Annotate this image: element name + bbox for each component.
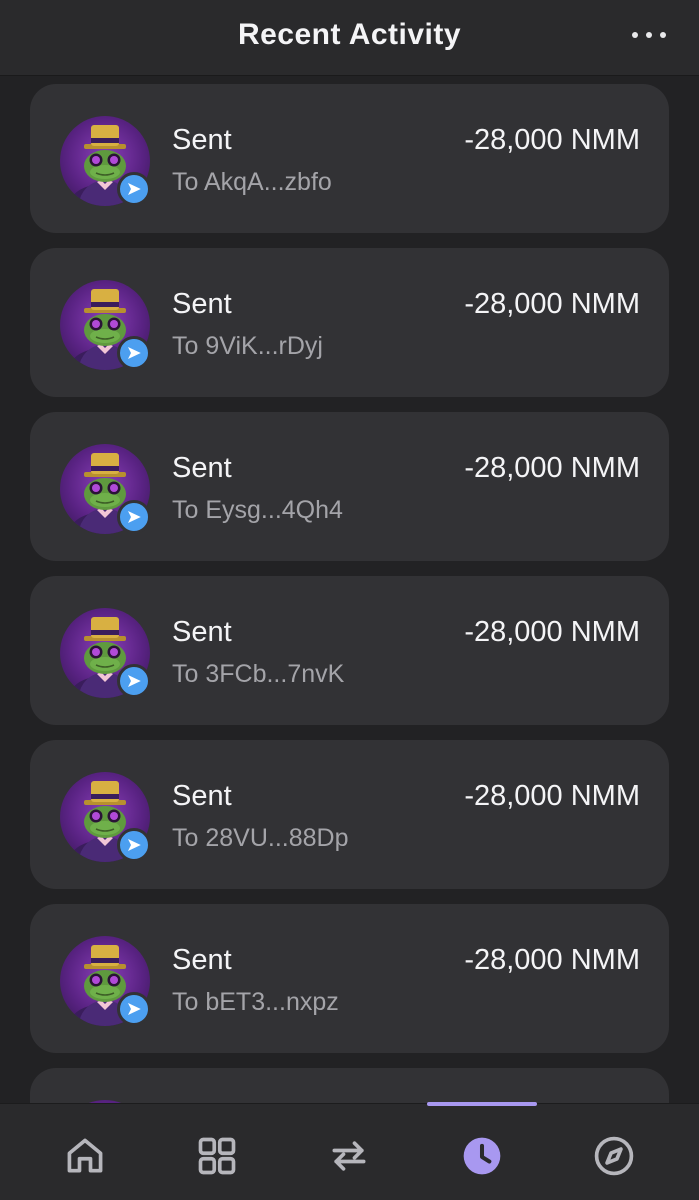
- transaction-type: Sent: [172, 452, 232, 484]
- transaction-item[interactable]: Sent To bET3...nxpz -28,000 NMM: [30, 904, 669, 1053]
- send-arrow-icon: [117, 336, 151, 370]
- transaction-type: Sent: [172, 288, 232, 320]
- transaction-recipient: To Eysg...4Qh4: [172, 496, 343, 524]
- send-arrow-icon: [117, 828, 151, 862]
- send-arrow-icon: [117, 992, 151, 1026]
- page-title: Recent Activity: [237, 17, 462, 51]
- transaction-item[interactable]: Sent To 28VU...88Dp -28,000 NMM: [30, 740, 669, 889]
- transaction-recipient: To 3FCb...7nvK: [172, 660, 345, 688]
- send-arrow-icon: [117, 172, 151, 206]
- transaction-amount: -28,000 NMM: [464, 124, 640, 156]
- activity-list: Sent To AkqA...zbfo -28,000 NMM Sent To …: [30, 84, 669, 1200]
- explore-icon[interactable]: [590, 1132, 638, 1180]
- transaction-type: Sent: [172, 616, 232, 648]
- transaction-type: Sent: [172, 780, 232, 812]
- transaction-recipient: To AkqA...zbfo: [172, 168, 332, 196]
- header: Recent Activity: [0, 0, 699, 76]
- transaction-amount: -28,000 NMM: [464, 616, 640, 648]
- history-icon[interactable]: [458, 1132, 506, 1180]
- swap-icon[interactable]: [325, 1132, 373, 1180]
- send-arrow-icon: [117, 500, 151, 534]
- transaction-item[interactable]: Sent To Eysg...4Qh4 -28,000 NMM: [30, 412, 669, 561]
- send-arrow-icon: [117, 664, 151, 698]
- transaction-recipient: To 9ViK...rDyj: [172, 332, 323, 360]
- transaction-amount: -28,000 NMM: [464, 288, 640, 320]
- bottom-nav: [0, 1102, 699, 1200]
- transaction-item[interactable]: Sent To 3FCb...7nvK -28,000 NMM: [30, 576, 669, 725]
- transaction-amount: -28,000 NMM: [464, 452, 640, 484]
- transaction-recipient: To bET3...nxpz: [172, 988, 339, 1016]
- transaction-amount: -28,000 NMM: [464, 780, 640, 812]
- transaction-type: Sent: [172, 124, 232, 156]
- more-icon[interactable]: [632, 28, 666, 42]
- home-icon[interactable]: [61, 1132, 109, 1180]
- transaction-type: Sent: [172, 944, 232, 976]
- transaction-item[interactable]: Sent To 9ViK...rDyj -28,000 NMM: [30, 248, 669, 397]
- grid-icon[interactable]: [193, 1132, 241, 1180]
- active-tab-indicator: [427, 1102, 537, 1106]
- transaction-item[interactable]: Sent To AkqA...zbfo -28,000 NMM: [30, 84, 669, 233]
- transaction-amount: -28,000 NMM: [464, 944, 640, 976]
- transaction-recipient: To 28VU...88Dp: [172, 824, 349, 852]
